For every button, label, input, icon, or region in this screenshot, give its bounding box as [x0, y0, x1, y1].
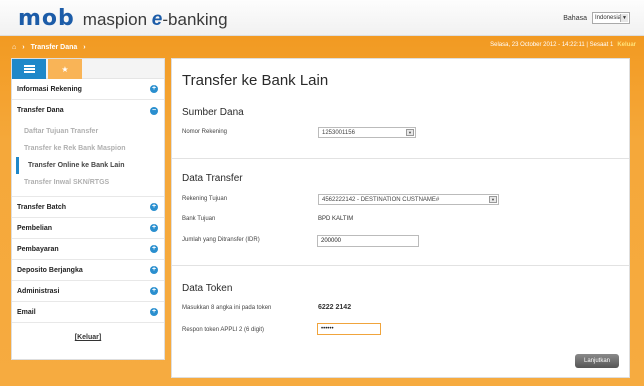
tab-menu[interactable]	[12, 59, 46, 79]
sidebar-item-label: Administrasi	[17, 287, 60, 295]
app-header: mob maspion e-banking Bahasa Indonesia ▼	[0, 0, 644, 36]
minus-icon: −	[150, 106, 158, 115]
rekening-tujuan-select[interactable]: 4562222142 - DESTINATION CUSTNAME# ▼	[318, 194, 499, 205]
section-divider	[172, 158, 629, 159]
sidebar-item-label: Transfer Dana	[17, 107, 64, 114]
jumlah-transfer-label: Jumlah yang Ditransfer (IDR)	[182, 237, 260, 243]
plus-icon: +	[150, 266, 158, 274]
language-select[interactable]: Indonesia ▼	[592, 12, 630, 24]
language-label: Bahasa	[563, 14, 587, 22]
chevron-down-icon: ▼	[406, 129, 414, 136]
sidebar-item-label: Deposito Berjangka	[17, 266, 83, 274]
breadcrumb-separator-icon: ›	[83, 43, 86, 51]
logo-brand: maspion e-banking	[83, 8, 228, 32]
plus-icon: +	[150, 287, 158, 295]
sidebar-item-label: Pembayaran	[17, 245, 59, 253]
nomor-rekening-value: 1253001156	[322, 130, 355, 136]
sidebar-item-pembelian[interactable]: Pembelian +	[12, 218, 164, 239]
session-info: Selasa, 23 October 2012 - 14:22:11 | Ses…	[490, 42, 614, 48]
nomor-rekening-select[interactable]: 1253001156 ▼	[318, 127, 416, 138]
section-data-transfer: Data Transfer	[182, 173, 243, 184]
language-switcher: Bahasa Indonesia ▼	[563, 12, 630, 24]
nomor-rekening-label: Nomor Rekening	[182, 129, 228, 135]
sidebar-item-label: Informasi Rekening	[17, 85, 82, 93]
session-status: Selasa, 23 October 2012 - 14:22:11 | Ses…	[490, 42, 636, 48]
bank-tujuan-label: Bank Tujuan	[182, 216, 216, 222]
sidebar-item-pembayaran[interactable]: Pembayaran +	[12, 239, 164, 260]
sidebar-item-label: Transfer Batch	[17, 203, 67, 211]
tab-favorites[interactable]: ★	[48, 59, 82, 79]
sidebar-tabs: ★	[12, 59, 164, 79]
section-divider	[172, 265, 629, 266]
jumlah-transfer-input[interactable]: 200000	[317, 235, 419, 247]
rekening-tujuan-label: Rekening Tujuan	[182, 196, 228, 202]
transfer-form-panel: Transfer ke Bank Lain Sumber Dana Nomor …	[171, 58, 630, 378]
section-sumber-dana: Sumber Dana	[182, 107, 244, 118]
chevron-down-icon: ▼	[620, 14, 628, 22]
logo-e-text: e	[151, 9, 163, 30]
sidebar-item-transfer-dana[interactable]: Transfer Dana −	[12, 100, 164, 121]
token-code-label: Masukkan 8 angka ini pada token	[182, 305, 272, 311]
rekening-tujuan-value: 4562222142 - DESTINATION CUSTNAME#	[322, 197, 440, 203]
page-title: Transfer ke Bank Lain	[182, 72, 329, 89]
sidebar-item-informasi-rekening[interactable]: Informasi Rekening +	[12, 79, 164, 100]
section-data-token: Data Token	[182, 283, 233, 294]
breadcrumb: ⌂ › Transfer Dana ›	[12, 40, 92, 54]
token-challenge-code: 6222 2142	[318, 304, 352, 311]
sidebar-item-label: Pembelian	[17, 224, 53, 232]
transfer-dana-submenu: Daftar Tujuan Transfer Transfer ke Rek B…	[12, 121, 164, 197]
breadcrumb-current[interactable]: Transfer Dana	[31, 44, 78, 51]
sidebar-logout-link[interactable]: [Keluar]	[12, 334, 164, 341]
star-icon: ★	[61, 64, 69, 74]
chevron-down-icon: ▼	[489, 196, 497, 203]
submenu-transfer-maspion[interactable]: Transfer ke Rek Bank Maspion	[12, 140, 164, 157]
sidebar: ★ Informasi Rekening + Transfer Dana − D…	[11, 58, 165, 360]
token-response-label: Respon token APPLI 2 (6 digit)	[182, 327, 265, 333]
logo-maspion-text: maspion	[82, 10, 148, 29]
maspion-logo: mob maspion e-banking	[18, 7, 228, 31]
header-logout-link[interactable]: Keluar	[617, 42, 636, 48]
submenu-transfer-skn-rtgs[interactable]: Transfer Inwal SKN/RTGS	[12, 174, 164, 191]
breadcrumb-separator-icon: ›	[22, 43, 25, 51]
token-response-input[interactable]: ••••••	[317, 323, 381, 335]
sidebar-item-transfer-batch[interactable]: Transfer Batch +	[12, 197, 164, 218]
submenu-daftar-tujuan[interactable]: Daftar Tujuan Transfer	[12, 123, 164, 140]
sidebar-item-deposito[interactable]: Deposito Berjangka +	[12, 260, 164, 281]
home-icon[interactable]: ⌂	[12, 44, 16, 51]
plus-icon: +	[150, 245, 158, 253]
sidebar-item-email[interactable]: Email +	[12, 302, 164, 323]
bank-tujuan-value: BPD KALTIM	[318, 216, 354, 222]
sidebar-item-administrasi[interactable]: Administrasi +	[12, 281, 164, 302]
plus-icon: +	[150, 203, 158, 211]
lanjutkan-button[interactable]: Lanjutkan	[575, 354, 619, 368]
language-value: Indonesia	[595, 15, 622, 21]
menu-list-icon	[23, 65, 35, 73]
logo-banking-text: -banking	[162, 10, 228, 29]
plus-icon: +	[150, 224, 158, 232]
submenu-transfer-online[interactable]: Transfer Online ke Bank Lain	[16, 157, 164, 174]
plus-icon: +	[150, 85, 158, 93]
plus-icon: +	[150, 308, 158, 316]
logo-mob: mob	[18, 6, 75, 31]
sidebar-item-label: Email	[17, 308, 36, 316]
